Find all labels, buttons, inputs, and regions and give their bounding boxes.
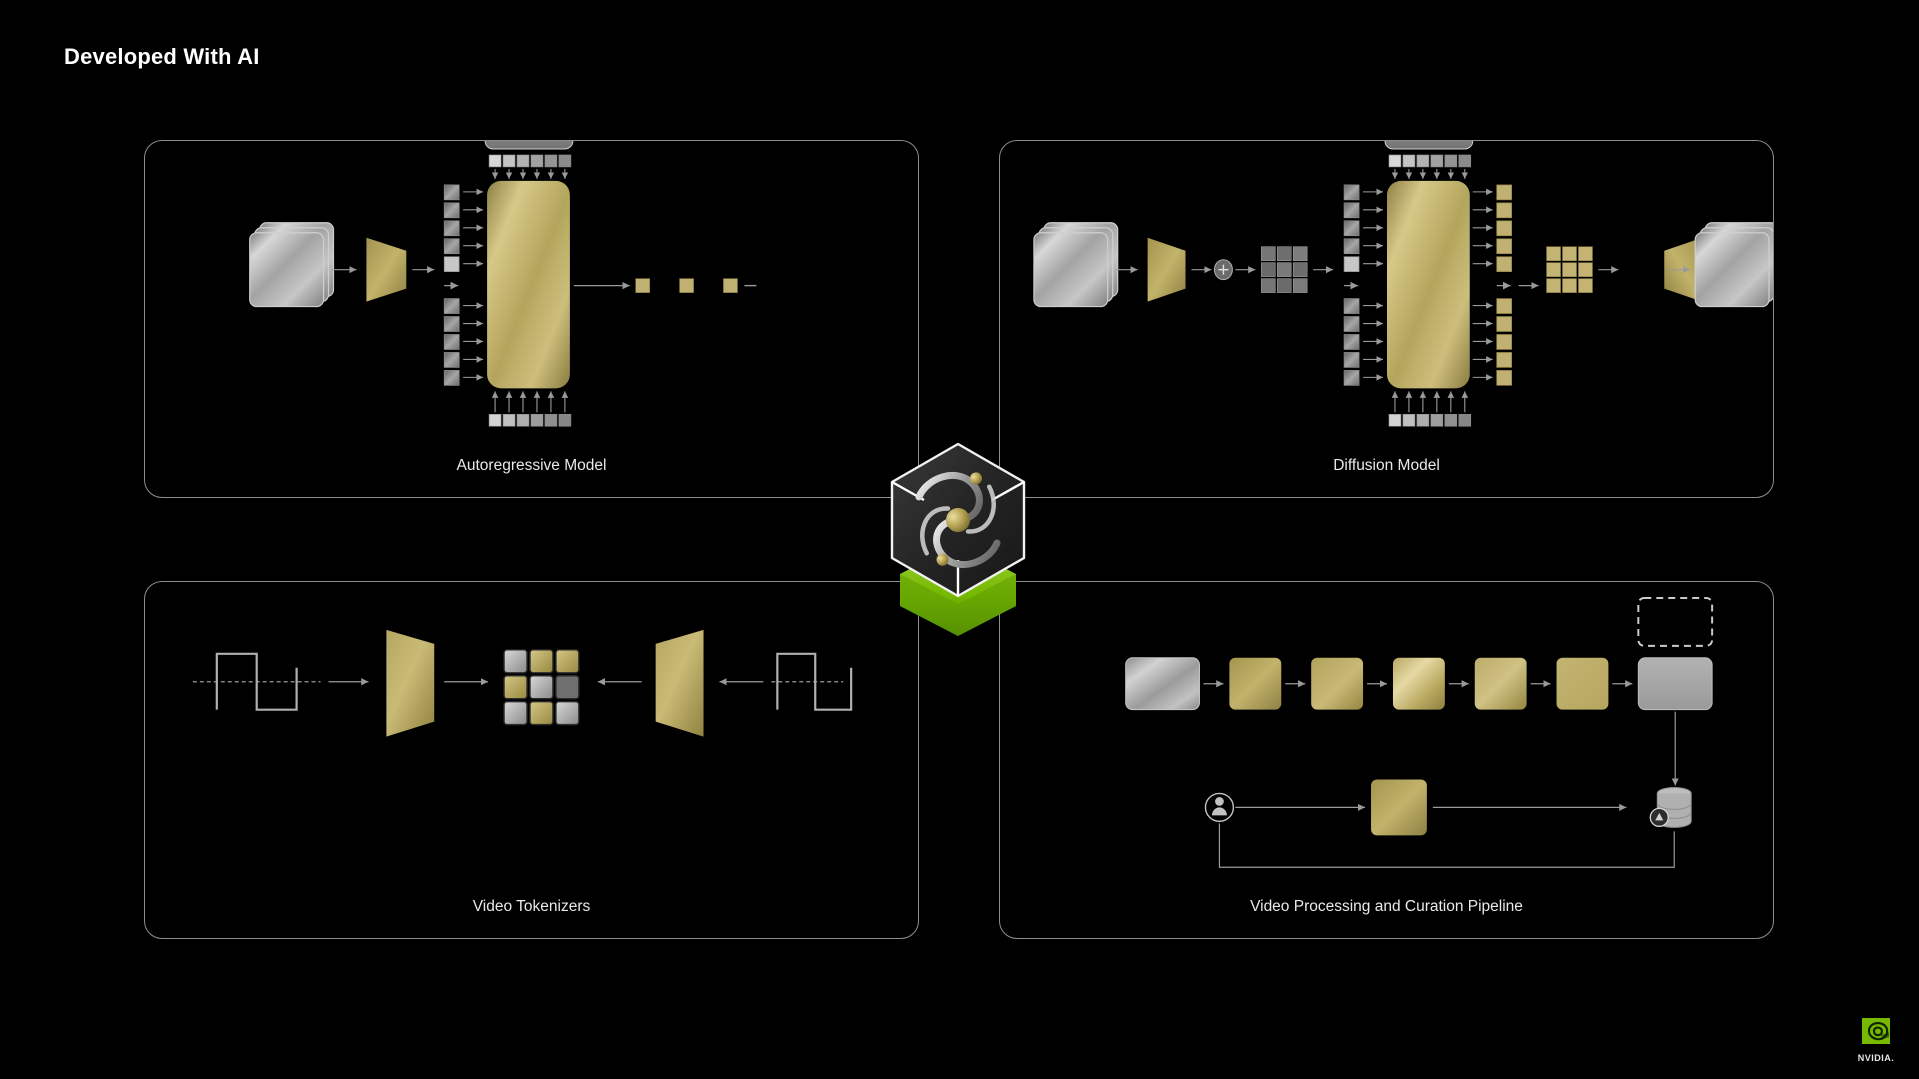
transformer-block: [1386, 180, 1470, 389]
diffusion-diagram: [1033, 141, 1773, 427]
panel-autoregressive: Autoregressive Model: [144, 140, 919, 498]
noisy-latent-grid: [1261, 246, 1308, 293]
nvidia-eye-icon: [1862, 1018, 1890, 1044]
processing-stage-5: [1556, 657, 1609, 710]
encoder-trapezoid: [386, 629, 435, 737]
panel-caption-diffusion: Diffusion Model: [1333, 457, 1440, 474]
panel-video-tokenizers: Video Tokenizers: [144, 581, 919, 939]
input-frame-stack: [1033, 222, 1119, 308]
output-video-tile: [1637, 657, 1713, 711]
panel-pipeline: Video Processing and Curation Pipeline: [999, 581, 1774, 939]
output-token-sequence: [635, 278, 757, 293]
panel-caption-autoregressive: Autoregressive Model: [456, 457, 607, 474]
nvidia-logo: NVIDIA.: [1848, 1018, 1904, 1063]
token-column-upper: [1343, 184, 1383, 273]
autoregressive-diagram: [249, 141, 757, 427]
top-token-strip: [1388, 154, 1472, 179]
denoised-latent-grid: [1546, 246, 1593, 293]
input-frame-stack: [249, 222, 335, 308]
output-frame-stack: [1694, 222, 1773, 308]
cosmos-cube-logo: [868, 434, 1048, 649]
bottom-token-strip: [488, 391, 572, 427]
source-video-tile: [1125, 657, 1200, 711]
processing-stage-4: [1474, 657, 1527, 710]
output-waveform: [771, 652, 853, 711]
token-column-lower: [443, 298, 484, 386]
token-column-upper: [443, 184, 484, 273]
conditioning-block-top: [484, 141, 574, 150]
processing-stage-2: [1311, 657, 1364, 710]
panel-diffusion: Diffusion Model: [999, 140, 1774, 498]
top-token-strip: [488, 154, 572, 179]
output-token-column-upper: [1472, 184, 1513, 273]
nvidia-wordmark: NVIDIA.: [1857, 1053, 1895, 1063]
database-icon: [1649, 786, 1692, 828]
panel-caption-video-tokenizers: Video Tokenizers: [472, 898, 591, 915]
human-annotator-icon: [1204, 792, 1235, 823]
input-waveform: [192, 652, 321, 711]
processing-stage-1: [1229, 657, 1282, 710]
panel-caption-pipeline: Video Processing and Curation Pipeline: [1250, 898, 1523, 915]
token-column-lower: [1343, 298, 1383, 386]
video-tokenizers-diagram: [192, 629, 853, 737]
transformer-block: [487, 180, 570, 389]
output-token-column-lower: [1472, 298, 1513, 386]
conditioning-block-top: [1384, 141, 1474, 150]
noise-add-node: [1213, 259, 1233, 281]
processing-stage-3: [1392, 657, 1445, 710]
annotation-stage: [1371, 779, 1427, 836]
pipeline-diagram: [1125, 596, 1714, 868]
encoder-trapezoid: [1147, 237, 1186, 302]
feedback-loop: [1218, 823, 1675, 868]
slide-root: Developed With AI Autoregressive Model D…: [0, 0, 1919, 1079]
dashed-placeholder-tile: [1637, 596, 1714, 647]
page-title: Developed With AI: [64, 44, 260, 69]
bottom-token-strip: [1388, 391, 1472, 427]
encoder-trapezoid: [366, 237, 407, 302]
decoder-trapezoid: [655, 629, 704, 737]
latent-cube-grid: [503, 649, 580, 726]
